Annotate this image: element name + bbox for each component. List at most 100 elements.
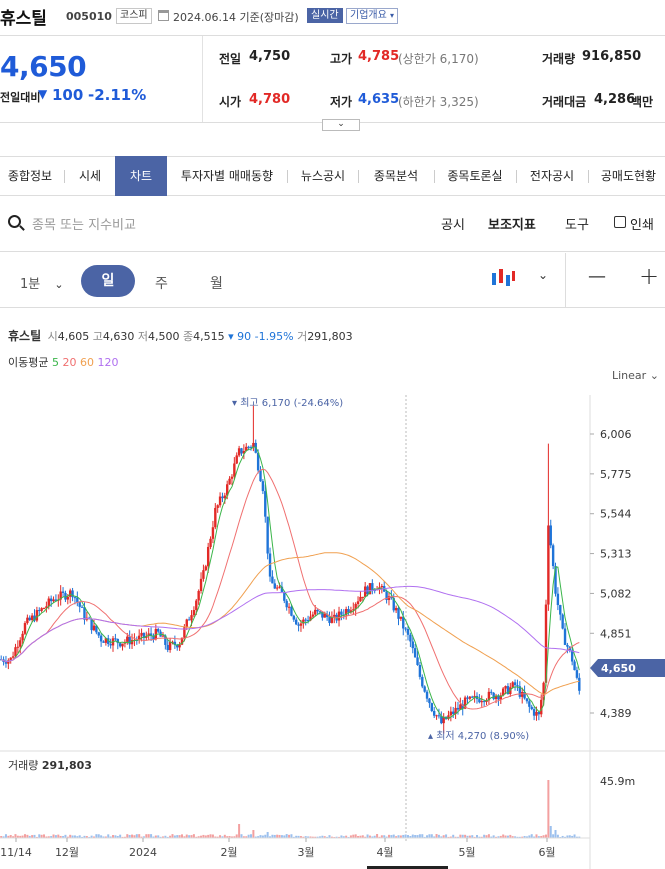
- candle-body: [121, 643, 124, 647]
- legend-name: 휴스틸: [8, 329, 42, 343]
- period-month-button[interactable]: 월: [210, 273, 223, 293]
- ma120-label: 120: [97, 356, 119, 369]
- candle-body: [216, 505, 219, 508]
- candle-body: [361, 596, 365, 598]
- tab-quotes[interactable]: 시세: [66, 157, 114, 195]
- volume-bar: [502, 834, 505, 838]
- y-tick-label: 4,851: [600, 627, 632, 640]
- candle-body: [528, 701, 531, 707]
- y-tick-label: 5,775: [600, 468, 632, 481]
- candle-body: [511, 682, 514, 688]
- candle-body: [314, 609, 317, 615]
- legend-vol-label: 거: [297, 330, 308, 343]
- candle-body: [102, 641, 105, 643]
- tab-investor-trends[interactable]: 투자자별 매매동향: [170, 157, 284, 195]
- candle-body: [292, 615, 296, 620]
- candle-body: [202, 570, 205, 579]
- candle-body: [561, 614, 564, 629]
- volume-bar: [411, 834, 414, 838]
- candle-body: [78, 602, 81, 607]
- y-tick-label: 4,389: [600, 707, 632, 720]
- volume-bar: [544, 834, 547, 838]
- volume-bar: [535, 834, 538, 838]
- tab-short-selling[interactable]: 공매도현황: [592, 157, 665, 195]
- zoom-in-button[interactable]: +: [639, 262, 659, 290]
- candle-body: [192, 609, 196, 616]
- volume-bar: [421, 834, 424, 838]
- change-value: 100: [52, 86, 84, 104]
- candle-body: [421, 676, 424, 687]
- legend-change: ▾ 90 -1.95%: [228, 330, 294, 343]
- scale-mode-dropdown[interactable]: Linear ⌄: [612, 369, 659, 382]
- candle-type-icon[interactable]: [490, 266, 516, 290]
- candle-body: [328, 617, 331, 623]
- candle-body: [92, 625, 96, 631]
- period-week-button[interactable]: 주: [155, 273, 168, 293]
- candle-body: [49, 598, 53, 602]
- search-icon-handle: [19, 225, 25, 231]
- legend-open: 4,605: [57, 330, 90, 343]
- toolbar-vdivider: [565, 253, 566, 307]
- candle-body: [285, 600, 288, 608]
- tools-button[interactable]: 도구: [565, 214, 589, 233]
- realtime-button[interactable]: 실시간: [307, 8, 343, 23]
- zoom-out-button[interactable]: —: [588, 266, 606, 287]
- candle-body: [570, 650, 574, 662]
- volume-bar: [435, 834, 438, 838]
- tab-chart[interactable]: 차트: [115, 156, 167, 196]
- volume-bar: [290, 834, 293, 838]
- candle-body: [52, 599, 55, 602]
- candle-body: [566, 644, 569, 647]
- print-button[interactable]: 인쇄: [630, 214, 654, 233]
- chevron-down-icon: ▾: [390, 11, 395, 20]
- volume-bar: [14, 834, 17, 838]
- candle-body: [42, 608, 46, 610]
- search-input[interactable]: 종목 또는 지수비교: [32, 214, 232, 233]
- tab-analysis[interactable]: 종목분석: [360, 157, 432, 195]
- print-icon[interactable]: [614, 216, 626, 228]
- volume-bar: [181, 834, 184, 838]
- candle-body: [380, 586, 384, 588]
- market-badge: 코스피: [116, 8, 152, 24]
- legend-high: 4,630: [102, 330, 135, 343]
- volume-bar: [235, 834, 238, 838]
- candle-body: [266, 516, 269, 554]
- candle-body: [516, 685, 519, 687]
- volume-bar: [354, 834, 357, 838]
- legend-low-label: 저: [137, 330, 148, 343]
- company-info-dropdown[interactable]: 기업개요 ▾: [346, 8, 399, 24]
- volume-bar: [171, 834, 174, 838]
- tab-discussion[interactable]: 종목토론실: [437, 157, 513, 195]
- candle-body: [304, 619, 307, 621]
- indicators-button[interactable]: 보조지표: [488, 214, 536, 233]
- x-tick-label: 2024: [129, 846, 157, 859]
- tab-overview[interactable]: 종합정보: [0, 157, 60, 195]
- candle-body: [247, 446, 250, 448]
- notice-button[interactable]: 공시: [441, 214, 465, 233]
- volume-bar: [138, 834, 141, 838]
- candle-body: [99, 635, 103, 642]
- period-day-button[interactable]: 일: [81, 265, 135, 297]
- period-minute-select[interactable]: 1분 ⌄: [20, 273, 64, 292]
- candle-body: [28, 617, 31, 621]
- expand-button[interactable]: ⌄: [322, 119, 360, 131]
- tab-disclosure[interactable]: 전자공시: [518, 157, 586, 195]
- tab-news[interactable]: 뉴스공시: [290, 157, 356, 195]
- volume-bar: [430, 834, 433, 838]
- candle-body: [228, 478, 231, 485]
- chevron-down-icon: ⌄: [649, 369, 659, 382]
- volume-bar: [97, 834, 100, 838]
- candle-body: [492, 692, 495, 700]
- down-arrow-icon: ▼: [38, 87, 48, 101]
- ma-legend-title: 이동평균: [8, 356, 49, 369]
- candle-body: [40, 608, 43, 611]
- candle-body: [273, 583, 276, 589]
- candle-body: [73, 597, 77, 599]
- candle-body: [337, 611, 341, 621]
- candle-body: [356, 601, 360, 604]
- volume-bar: [530, 834, 533, 838]
- price-chart[interactable]: 6,006 5,775 5,544 5,313 5,082 4,851 4,389 ▾ 최고 …: [0, 395, 665, 869]
- volume-bar: [192, 834, 195, 838]
- chevron-down-icon[interactable]: ⌄: [538, 268, 548, 282]
- candle-body: [187, 619, 191, 621]
